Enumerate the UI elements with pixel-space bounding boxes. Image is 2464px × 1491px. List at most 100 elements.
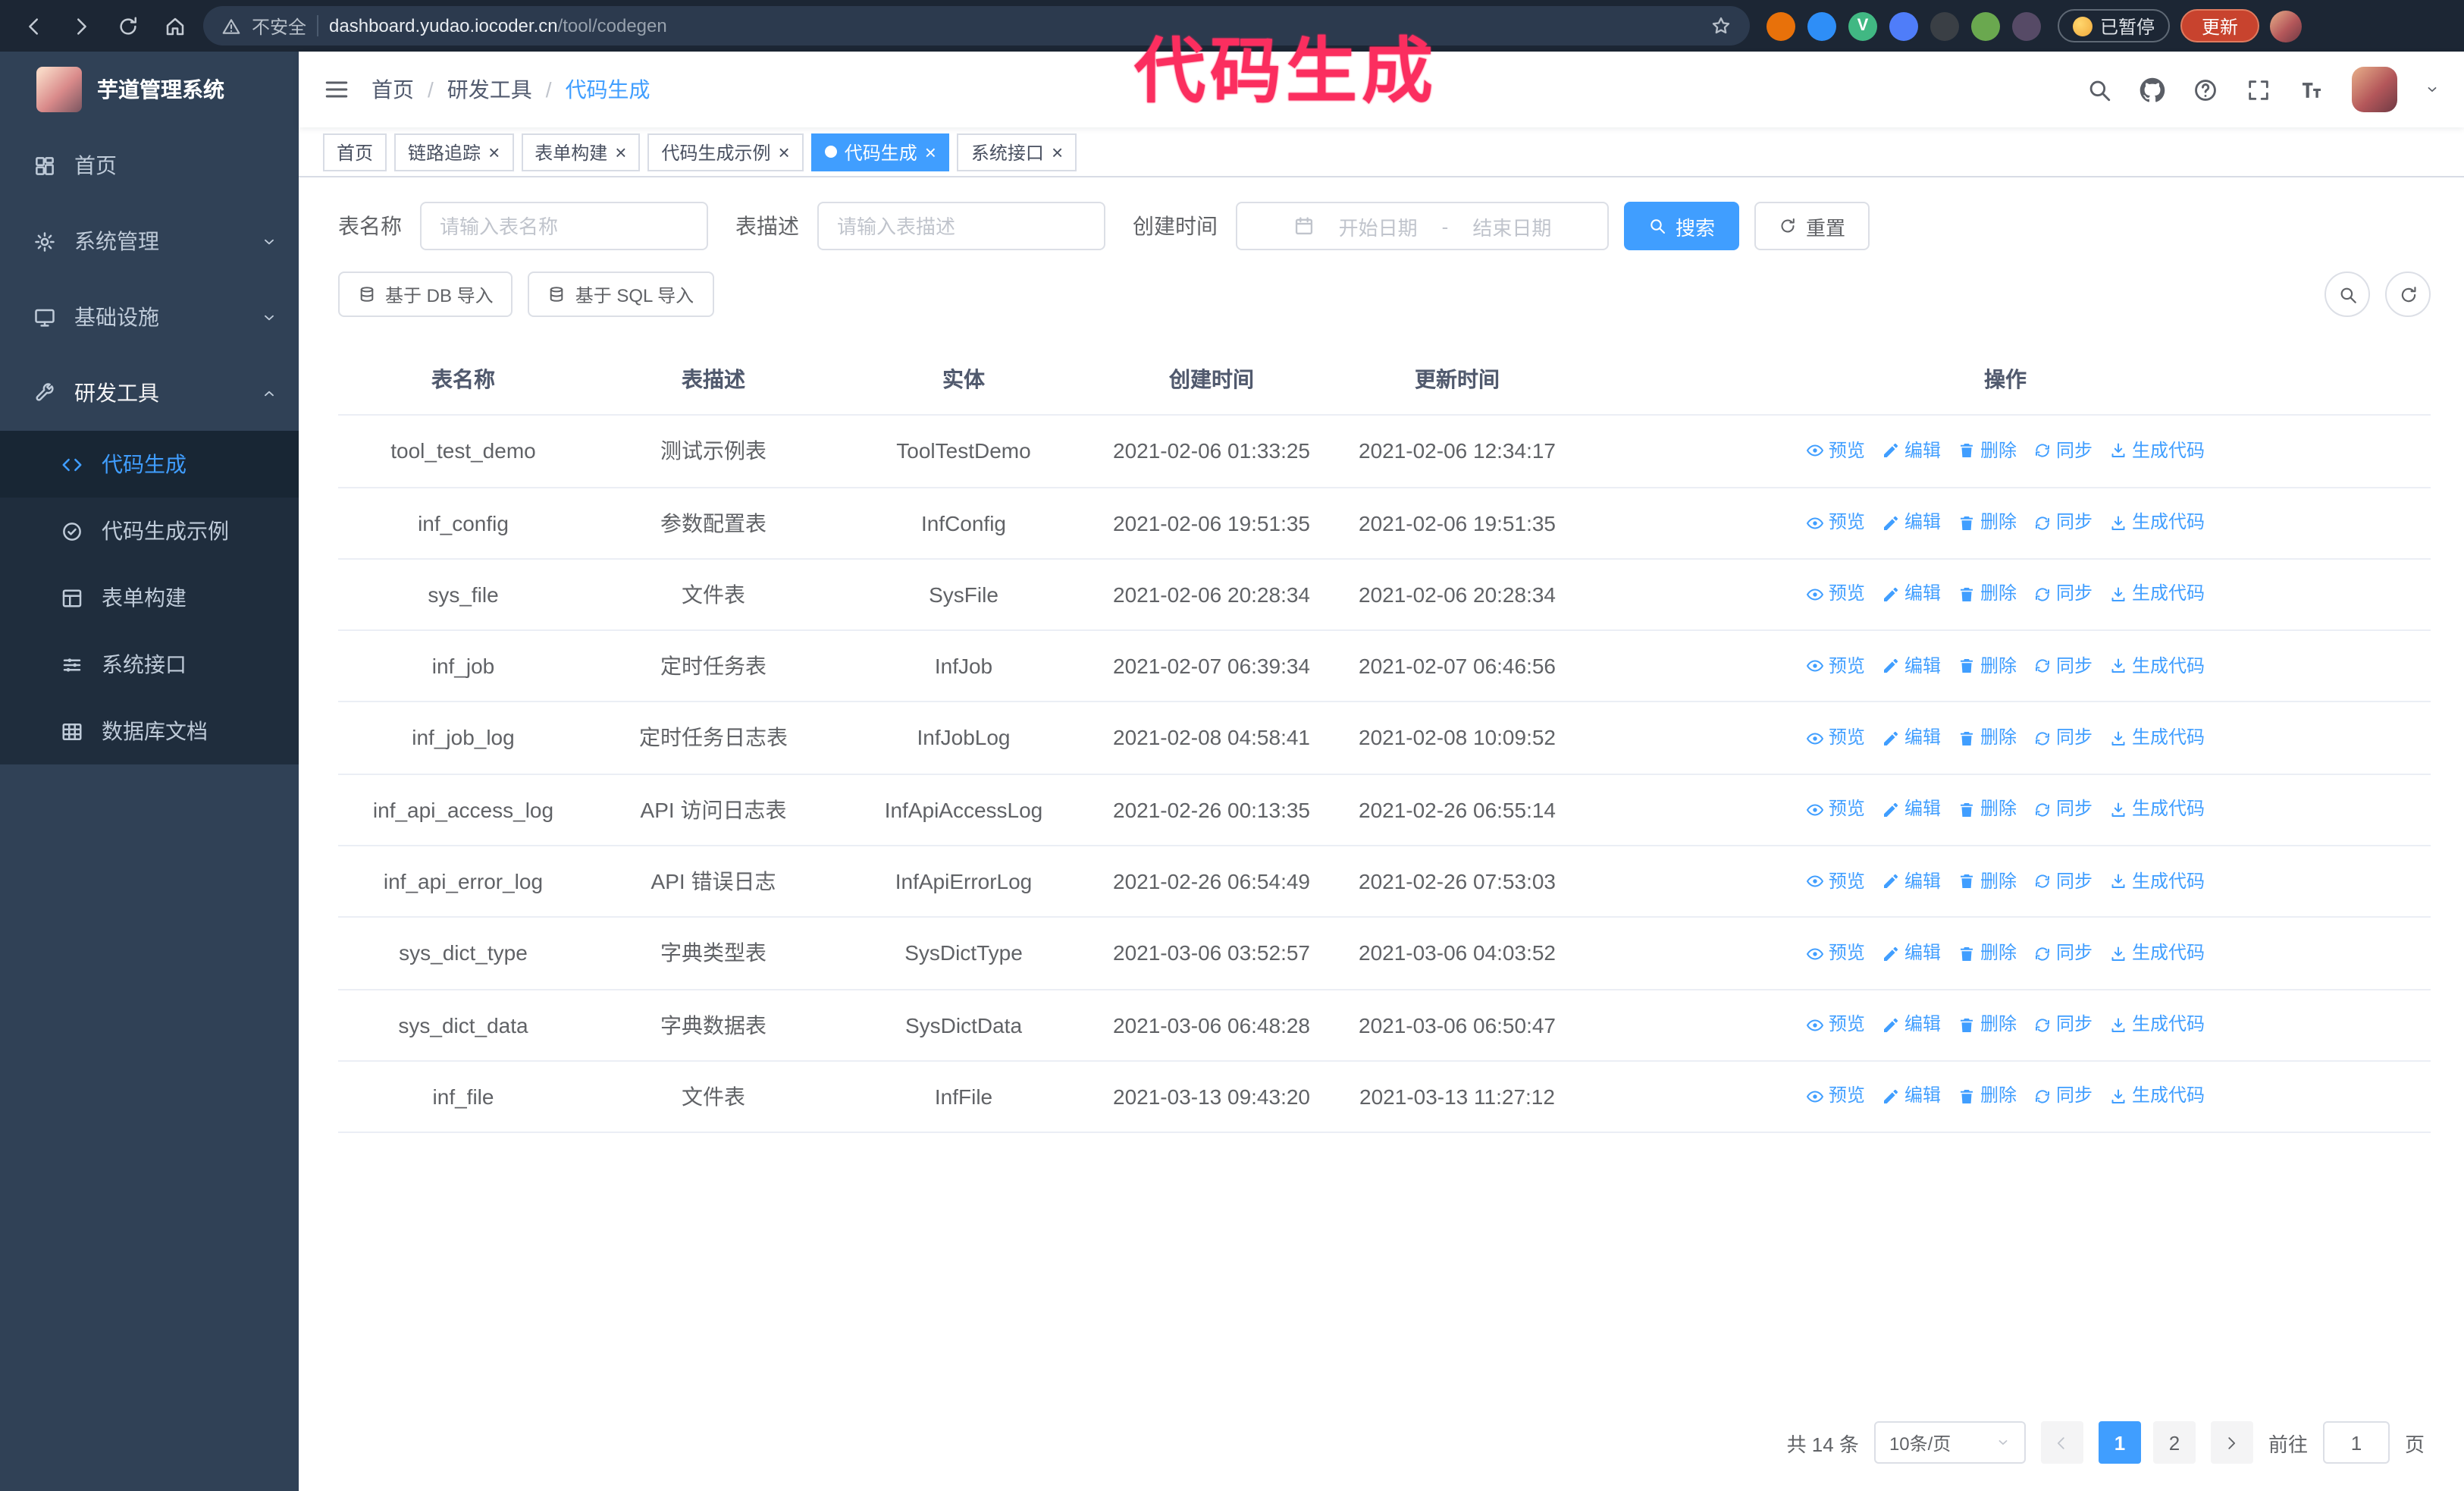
avatar-caret-icon[interactable] (2425, 82, 2440, 97)
tab-代码生成[interactable]: 代码生成 × (810, 133, 950, 171)
tab-表单构建[interactable]: 表单构建 × (521, 133, 641, 171)
preview-link[interactable]: 预览 (1806, 796, 1865, 823)
update-button[interactable]: 更新 (2180, 9, 2260, 42)
sync-link[interactable]: 同步 (2033, 868, 2093, 895)
sync-link[interactable]: 同步 (2033, 725, 2093, 752)
edit-link[interactable]: 编辑 (1882, 796, 1941, 823)
search-button[interactable]: 搜索 (1624, 202, 1740, 250)
delete-link[interactable]: 删除 (1958, 940, 2017, 967)
generate-code-link[interactable]: 生成代码 (2109, 438, 2205, 465)
app-logo[interactable]: 芋道管理系统 (0, 52, 299, 127)
delete-link[interactable]: 删除 (1958, 1012, 2017, 1038)
leaf-extension-icon[interactable] (1971, 11, 2000, 40)
close-tab-icon[interactable]: × (925, 142, 936, 162)
delete-link[interactable]: 删除 (1958, 796, 2017, 823)
refresh-table-button[interactable] (2385, 272, 2431, 317)
preview-link[interactable]: 预览 (1806, 1084, 1865, 1110)
sync-link[interactable]: 同步 (2033, 1084, 2093, 1110)
sidebar-subitem-system-api[interactable]: 系统接口 (0, 631, 299, 698)
reset-button[interactable]: 重置 (1754, 202, 1870, 250)
goto-page-input[interactable] (2322, 1421, 2390, 1464)
table-desc-input[interactable] (817, 202, 1105, 250)
close-tab-icon[interactable]: × (615, 142, 626, 162)
preview-link[interactable]: 预览 (1806, 725, 1865, 752)
breadcrumb-item[interactable]: 研发工具 (447, 74, 532, 105)
sidebar-subitem-codegen-example[interactable]: 代码生成示例 (0, 498, 299, 564)
github-icon[interactable] (2140, 77, 2165, 102)
sidebar-item-infra[interactable]: 基础设施 (0, 279, 299, 355)
tampermonkey-extension-icon[interactable] (1930, 11, 1959, 40)
sync-link[interactable]: 同步 (2033, 1012, 2093, 1038)
edit-link[interactable]: 编辑 (1882, 868, 1941, 895)
preview-link[interactable]: 预览 (1806, 1012, 1865, 1038)
sidebar-subitem-db-doc[interactable]: 数据库文档 (0, 698, 299, 764)
edit-link[interactable]: 编辑 (1882, 653, 1941, 680)
generate-code-link[interactable]: 生成代码 (2109, 940, 2205, 967)
browser-reload-icon[interactable] (109, 8, 146, 44)
breadcrumb-item[interactable]: 代码生成 (566, 74, 650, 105)
edit-link[interactable]: 编辑 (1882, 438, 1941, 465)
generate-code-link[interactable]: 生成代码 (2109, 1012, 2205, 1038)
sidebar-subitem-codegen[interactable]: 代码生成 (0, 431, 299, 498)
preview-link[interactable]: 预览 (1806, 868, 1865, 895)
next-page-button[interactable] (2210, 1421, 2253, 1464)
sync-link[interactable]: 同步 (2033, 653, 2093, 680)
bookmark-star-icon[interactable] (1710, 15, 1732, 36)
toggle-search-button[interactable] (2324, 272, 2370, 317)
breadcrumb-item[interactable]: 首页 (371, 74, 414, 105)
preview-link[interactable]: 预览 (1806, 653, 1865, 680)
import-sql-button[interactable]: 基于 SQL 导入 (528, 272, 714, 317)
generate-code-link[interactable]: 生成代码 (2109, 725, 2205, 752)
sync-link[interactable]: 同步 (2033, 582, 2093, 608)
paused-badge[interactable]: 已暂停 (2058, 9, 2171, 42)
browser-forward-icon[interactable] (62, 8, 99, 44)
delete-link[interactable]: 删除 (1958, 438, 2017, 465)
delete-link[interactable]: 删除 (1958, 868, 2017, 895)
delete-link[interactable]: 删除 (1958, 653, 2017, 680)
tab-首页[interactable]: 首页 (323, 133, 387, 171)
preview-link[interactable]: 预览 (1806, 438, 1865, 465)
fox-extension-icon[interactable] (1766, 11, 1795, 40)
edit-link[interactable]: 编辑 (1882, 582, 1941, 608)
generate-code-link[interactable]: 生成代码 (2109, 796, 2205, 823)
sync-link[interactable]: 同步 (2033, 940, 2093, 967)
browser-profile-avatar[interactable] (2270, 10, 2303, 42)
generate-code-link[interactable]: 生成代码 (2109, 868, 2205, 895)
delete-link[interactable]: 删除 (1958, 725, 2017, 752)
close-tab-icon[interactable]: × (488, 142, 500, 162)
close-tab-icon[interactable]: × (779, 142, 790, 162)
generate-code-link[interactable]: 生成代码 (2109, 653, 2205, 680)
preview-link[interactable]: 预览 (1806, 582, 1865, 608)
delete-link[interactable]: 删除 (1958, 510, 2017, 536)
prev-page-button[interactable] (2040, 1421, 2083, 1464)
user-avatar[interactable] (2352, 67, 2397, 112)
tab-链路追踪[interactable]: 链路追踪 × (394, 133, 514, 171)
paw-extension-icon[interactable] (2012, 11, 2041, 40)
fullscreen-icon[interactable] (2246, 77, 2271, 102)
generate-code-link[interactable]: 生成代码 (2109, 1084, 2205, 1110)
generate-code-link[interactable]: 生成代码 (2109, 510, 2205, 536)
search-icon[interactable] (2086, 77, 2112, 102)
table-name-input[interactable] (420, 202, 708, 250)
delete-link[interactable]: 删除 (1958, 582, 2017, 608)
sidebar-item-system[interactable]: 系统管理 (0, 203, 299, 279)
help-icon[interactable] (2193, 77, 2218, 102)
page-button-1[interactable]: 1 (2098, 1421, 2141, 1464)
sidebar-item-home[interactable]: 首页 (0, 127, 299, 203)
edit-link[interactable]: 编辑 (1882, 510, 1941, 536)
browser-home-icon[interactable] (156, 8, 193, 44)
sync-link[interactable]: 同步 (2033, 510, 2093, 536)
tab-系统接口[interactable]: 系统接口 × (957, 133, 1077, 171)
delete-link[interactable]: 删除 (1958, 1084, 2017, 1110)
sidebar-item-devtools[interactable]: 研发工具 (0, 355, 299, 431)
edit-link[interactable]: 编辑 (1882, 1012, 1941, 1038)
page-button-2[interactable]: 2 (2152, 1421, 2196, 1464)
address-bar[interactable]: 不安全 dashboard.yudao.iocoder.cn/tool/code… (203, 6, 1750, 46)
edit-link[interactable]: 编辑 (1882, 725, 1941, 752)
sidebar-subitem-form-builder[interactable]: 表单构建 (0, 564, 299, 631)
vue-devtools-extension-icon[interactable]: V (1848, 11, 1877, 40)
edit-link[interactable]: 编辑 (1882, 1084, 1941, 1110)
browser-back-icon[interactable] (15, 8, 52, 44)
preview-link[interactable]: 预览 (1806, 510, 1865, 536)
sync-link[interactable]: 同步 (2033, 796, 2093, 823)
